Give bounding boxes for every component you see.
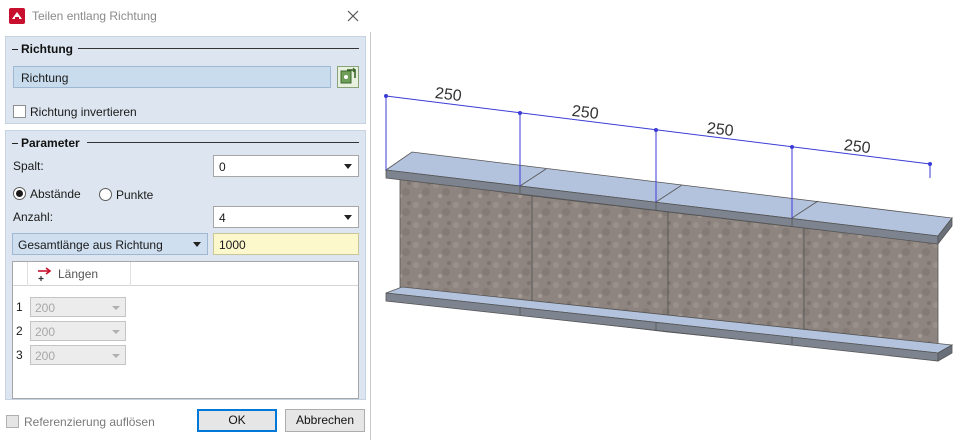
anzahl-combobox[interactable]: 4: [213, 206, 359, 228]
total-length-input[interactable]: 1000: [213, 233, 359, 255]
invert-direction-label: Richtung invertieren: [30, 105, 137, 119]
lengths-column-header[interactable]: Längen: [27, 262, 131, 286]
length-row-combobox: 200: [30, 297, 126, 317]
cancel-button[interactable]: Abbrechen: [285, 409, 365, 432]
parameter-panel: Parameter Spalt: 0 Abstände Punkte Anzah…: [5, 130, 366, 400]
title-bar: Teilen entlang Richtung: [0, 0, 371, 32]
radio-punkte-label: Punkte: [116, 188, 154, 202]
row-number: 2: [16, 324, 23, 338]
pick-direction-button[interactable]: [337, 66, 359, 88]
spalt-label: Spalt:: [13, 159, 44, 173]
dimension-label: 250: [434, 85, 463, 105]
section-divider: [87, 142, 359, 143]
spalt-combobox[interactable]: 0: [213, 155, 359, 177]
length-row-combobox: 200: [30, 321, 126, 341]
radio-punkte[interactable]: [99, 188, 112, 201]
row-number: 3: [16, 348, 23, 362]
chevron-down-icon: [112, 354, 120, 358]
lengths-table-header: Längen: [13, 262, 358, 286]
row-number: 1: [16, 300, 23, 314]
chevron-down-icon: [112, 330, 120, 334]
ok-button[interactable]: OK: [197, 409, 277, 432]
app-logo-icon: [9, 8, 25, 24]
radio-abstaende-label: Abstände: [30, 187, 81, 201]
parameter-section-title: Parameter: [12, 136, 80, 150]
dimension-label: 250: [706, 120, 735, 140]
reference-label: Referenzierung auflösen: [24, 415, 155, 429]
chevron-down-icon: [344, 215, 352, 220]
lengths-table: Längen 1 200 2 200 3 200: [12, 261, 359, 399]
dialog-title: Teilen entlang Richtung: [32, 9, 157, 23]
chevron-down-icon: [112, 306, 120, 310]
lengths-arrow-icon: [38, 267, 52, 281]
radio-abstaende[interactable]: [13, 187, 26, 200]
richtung-field[interactable]: Richtung: [13, 66, 331, 88]
richtung-section-title: Richtung: [12, 42, 73, 56]
split-along-direction-dialog: Teilen entlang Richtung Richtung Richtun…: [0, 0, 371, 440]
section-divider: [78, 48, 359, 49]
3d-viewport[interactable]: 250 250 250 250: [372, 0, 962, 440]
pick-direction-icon: [340, 67, 356, 84]
beam-scene: 250 250 250 250: [384, 85, 954, 362]
dimension-label: 250: [571, 103, 600, 123]
chevron-down-icon: [193, 242, 201, 247]
mode-combobox[interactable]: Gesamtlänge aus Richtung: [12, 233, 208, 255]
anzahl-label: Anzahl:: [13, 210, 54, 224]
close-icon[interactable]: [346, 9, 360, 23]
length-row-combobox: 200: [30, 345, 126, 365]
richtung-panel: Richtung Richtung Richtung invertieren: [5, 36, 366, 124]
dimension-label: 250: [843, 137, 872, 157]
invert-direction-checkbox[interactable]: [13, 105, 26, 118]
reference-checkbox[interactable]: [6, 415, 19, 428]
chevron-down-icon: [344, 164, 352, 169]
lengths-header-label: Längen: [58, 267, 99, 281]
